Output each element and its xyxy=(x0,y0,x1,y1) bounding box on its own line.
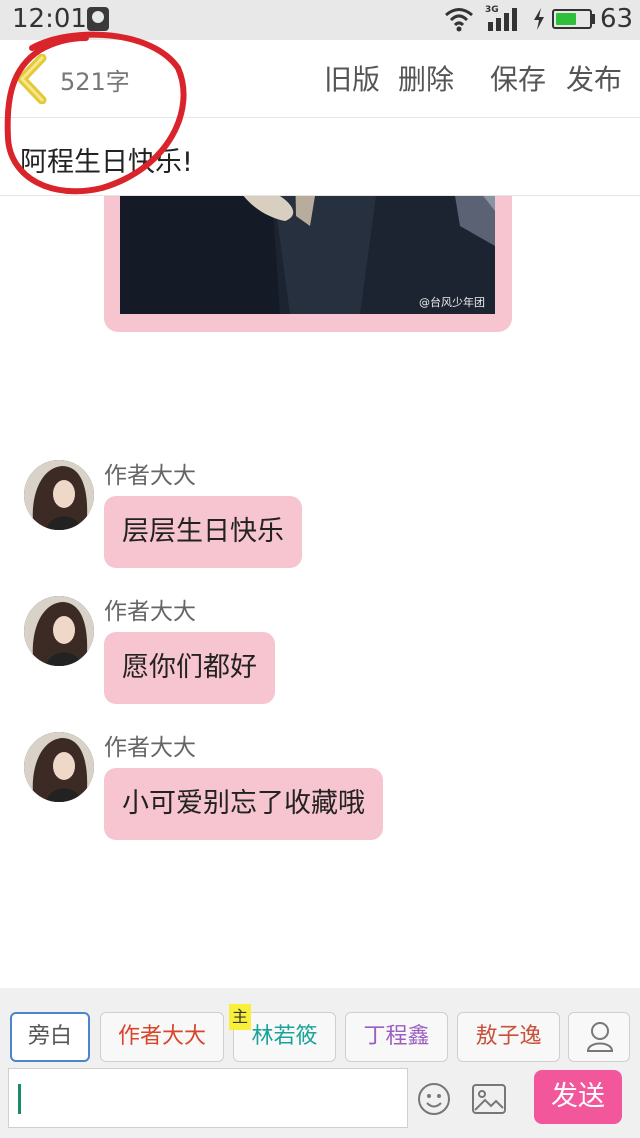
sender-name: 作者大大 xyxy=(104,599,196,625)
word-count: 521字 xyxy=(60,68,130,96)
battery-tip xyxy=(592,14,595,24)
add-character-button[interactable] xyxy=(568,1012,630,1062)
text-caret xyxy=(18,1084,21,1114)
chapter-title: 阿程生日快乐! xyxy=(20,147,193,178)
battery-fill xyxy=(556,13,577,25)
image-icon[interactable] xyxy=(472,1084,506,1114)
author-avatar[interactable] xyxy=(24,460,94,530)
role-author-button[interactable]: 作者大大 xyxy=(100,1012,224,1062)
chapter-title-row[interactable]: 阿程生日快乐! xyxy=(0,118,640,196)
chat-message: 作者大大 愿你们都好 xyxy=(0,596,640,716)
signal-icon xyxy=(488,8,517,31)
author-avatar[interactable] xyxy=(24,732,94,802)
message-bubble[interactable]: 层层生日快乐 xyxy=(104,496,302,568)
old-version-button[interactable]: 旧版 xyxy=(324,58,380,98)
image-message[interactable]: @台风少年团 xyxy=(104,196,512,332)
sender-name: 作者大大 xyxy=(104,735,196,761)
notification-icon xyxy=(87,7,109,31)
back-chevron-icon[interactable] xyxy=(14,54,52,104)
composer-bar: 旁白 作者大大 林若筱 主 丁程鑫 敖子逸 发送 xyxy=(0,988,640,1138)
chat-message: 作者大大 小可爱别忘了收藏哦 xyxy=(0,732,640,852)
photo: @台风少年团 xyxy=(120,196,495,314)
image-watermark: @台风少年团 xyxy=(419,296,485,309)
role-ding-chengxin-button[interactable]: 丁程鑫 xyxy=(345,1012,448,1062)
role-narrator-button[interactable]: 旁白 xyxy=(10,1012,90,1062)
person-icon xyxy=(586,1022,614,1052)
status-time: 12:01 xyxy=(12,4,87,34)
chat-message: 作者大大 层层生日快乐 xyxy=(0,460,640,580)
editor-header: 521字 旧版 删除 保存 发布 xyxy=(0,40,640,118)
charging-icon xyxy=(534,8,544,30)
main-character-tag: 主 xyxy=(229,1004,251,1030)
message-bubble[interactable]: 愿你们都好 xyxy=(104,632,275,704)
emoji-icon[interactable] xyxy=(417,1082,451,1116)
publish-button[interactable]: 发布 xyxy=(566,58,622,98)
battery-icon xyxy=(552,9,592,29)
sender-name: 作者大大 xyxy=(104,463,196,489)
save-button[interactable]: 保存 xyxy=(490,58,546,98)
author-avatar[interactable] xyxy=(24,596,94,666)
delete-button[interactable]: 删除 xyxy=(398,58,454,98)
send-button[interactable]: 发送 xyxy=(534,1070,622,1124)
message-area: @台风少年团 作者大大 层层生日快乐 作者大大 愿你们都好 作者大大 小可爱别忘… xyxy=(0,196,640,988)
message-input[interactable] xyxy=(8,1068,408,1128)
battery-level: 63 xyxy=(600,4,634,34)
role-ao-ziyi-button[interactable]: 敖子逸 xyxy=(457,1012,560,1062)
status-bar: 12:01 3G 63 xyxy=(0,0,640,40)
wifi-icon xyxy=(445,8,473,32)
message-bubble[interactable]: 小可爱别忘了收藏哦 xyxy=(104,768,383,840)
